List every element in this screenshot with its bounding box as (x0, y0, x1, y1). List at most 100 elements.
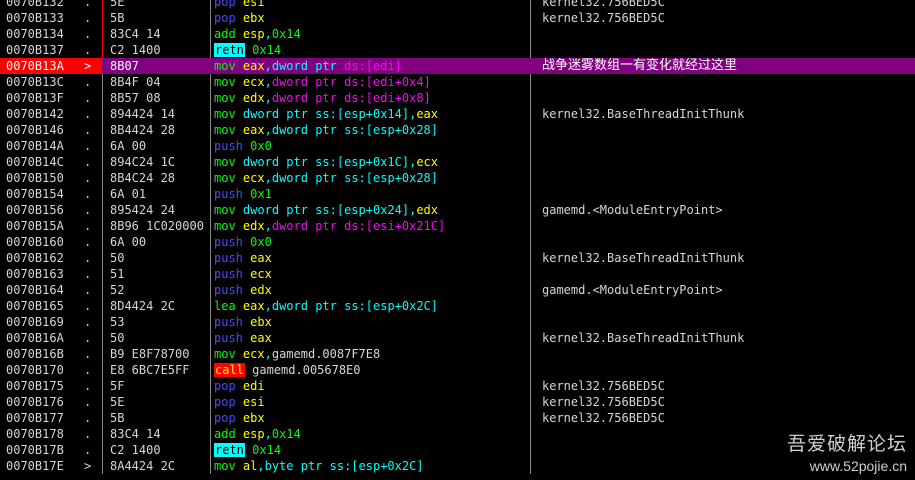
instruction-row[interactable]: 0070B176. 5E pop esi kernel32.756BED5C (0, 394, 915, 410)
disassembly-cell: mov dword ptr ss:[esp+0x14],eax (214, 106, 528, 122)
disassembly-cell: mov dword ptr ss:[esp+0x24],edx (214, 202, 528, 218)
asm-token-mn: add (214, 427, 236, 441)
disassembly-cell: mov edx,dword ptr ds:[edi+0x8] (214, 90, 528, 106)
comment-cell (542, 138, 915, 154)
flow-marker: . (84, 187, 92, 201)
asm-token-reg: eax (416, 107, 439, 121)
instruction-row[interactable]: 0070B162. 50 push eax kernel32.BaseThreadIn… (0, 250, 915, 266)
comment-cell: 战争迷雾数组一有变化就经过这里 (542, 58, 738, 73)
asm-token-reg: eax (242, 59, 265, 73)
flow-marker: . (84, 171, 92, 185)
instruction-row[interactable]: 0070B169. 53 push ebx (0, 314, 915, 330)
instruction-row[interactable]: 0070B154. 6A 01 push 0x1 (0, 186, 915, 202)
opcode-bytes-cell: 50 (110, 331, 125, 345)
disassembly-cell: pop esi (214, 0, 528, 10)
asm-token-mn: add (214, 27, 236, 41)
asm-token-op: , (264, 75, 272, 89)
instruction-row[interactable]: 0070B16A. 50 push eax kernel32.BaseThreadIn… (0, 330, 915, 346)
instruction-row[interactable]: 0070B134. 83C4 14 add esp,0x14 (0, 26, 915, 42)
instruction-row[interactable]: 0070B164. 52 push edx gamemd.<ModuleEntryPo… (0, 282, 915, 298)
asm-token-mn: mov (214, 155, 236, 169)
flow-marker: . (84, 283, 92, 297)
instruction-row[interactable]: 0070B146. 8B4424 28 mov eax,dword ptr ss:[… (0, 122, 915, 138)
instruction-row[interactable]: 0070B14A. 6A 00 push 0x0 (0, 138, 915, 154)
opcode-bytes-cell: 50 (110, 251, 125, 265)
disassembly-cell: push edx (214, 282, 528, 298)
instruction-row[interactable]: 0070B14C. 894C24 1C mov dword ptr ss:[esp+… (0, 154, 915, 170)
opcode-bytes-cell: 5E (110, 0, 125, 9)
instruction-row[interactable]: 0070B178. 83C4 14 add esp,0x14 (0, 426, 915, 442)
comment-cell: kernel32.756BED5C (542, 395, 665, 409)
asm-token-mn: mov (214, 347, 236, 361)
flow-marker: . (84, 235, 92, 249)
instruction-row[interactable]: 0070B16B. B9 E8F78700 mov ecx,gamemd.0087F… (0, 346, 915, 362)
instruction-list: 0070B132. 5E pop esi kernel32.756BED5C 0070B… (0, 0, 915, 474)
comment-cell (542, 218, 915, 234)
comment-cell (542, 26, 915, 42)
asm-token-mnp: push (214, 315, 243, 329)
asm-token-sp (236, 123, 243, 137)
disassembly-cell: mov ecx,gamemd.0087F7E8 (214, 346, 528, 362)
instruction-row[interactable]: 0070B142. 894424 14 mov dword ptr ss:[esp+… (0, 106, 915, 122)
instruction-row[interactable]: 0070B177. 5B pop ebx kernel32.756BED5C (0, 410, 915, 426)
asm-token-sp (236, 171, 243, 185)
asm-token-reg: ecx (416, 155, 439, 169)
asm-token-op: dword ptr ss:[esp+0x2C] (271, 299, 439, 313)
comment-cell: gamemd.<ModuleEntryPoint> (542, 203, 723, 217)
flow-marker: . (84, 155, 92, 169)
asm-token-mem: dword ptr ds:[esi+0x21C] (271, 219, 446, 233)
opcode-bytes-cell: 8A4424 2C (110, 459, 176, 473)
instruction-row[interactable]: 0070B163. 51 push ecx (0, 266, 915, 282)
asm-token-mn: mov (214, 459, 236, 473)
selected-instruction-row[interactable]: 0070B13A >8B07 mov eax,dword ptr ds:[edi] 战… (0, 58, 915, 74)
opcode-bytes-cell: 8B96 1C020000 (110, 219, 204, 233)
opcode-bytes-cell: 5E (110, 395, 125, 409)
instruction-row[interactable]: 0070B133. 5B pop ebx kernel32.756BED5C (0, 10, 915, 26)
instruction-row[interactable]: 0070B17B. C2 1400 retn 0x14 (0, 442, 915, 458)
asm-token-op: , (264, 171, 272, 185)
instruction-row[interactable]: 0070B15A. 8B96 1C020000 mov edx,dword ptr … (0, 218, 915, 234)
instruction-row[interactable]: 0070B170. E8 6BC7E5FF call gamemd.005678E0 (0, 362, 915, 378)
disassembly-cell: mov edx,dword ptr ds:[esi+0x21C] (214, 218, 528, 234)
asm-token-num: 0x0 (250, 235, 272, 249)
asm-token-mnp: pop (214, 11, 236, 25)
instruction-row[interactable]: 0070B156. 895424 24 mov dword ptr ss:[esp+… (0, 202, 915, 218)
comment-cell (542, 154, 915, 170)
instruction-row[interactable]: 0070B165. 8D4424 2C lea eax,dword ptr ss:[… (0, 298, 915, 314)
disassembly-view[interactable]: 0070B132. 5E pop esi kernel32.756BED5C 0070B… (0, 0, 915, 474)
instruction-row[interactable]: 0070B137. C2 1400 retn 0x14 (0, 42, 915, 58)
flow-marker: . (84, 43, 92, 57)
opcode-bytes-cell: 6A 00 (110, 235, 147, 249)
opcode-bytes-cell: 8B4F 04 (110, 75, 161, 89)
asm-token-mn: mov (214, 171, 236, 185)
flow-marker: . (84, 91, 92, 105)
disassembly-cell: mov ecx,dword ptr ss:[esp+0x28] (214, 170, 528, 186)
instruction-row[interactable]: 0070B160. 6A 00 push 0x0 (0, 234, 915, 250)
flow-marker: . (84, 299, 92, 313)
asm-token-mnp: push (214, 235, 243, 249)
asm-token-mem: dword ptr ds:[edi+0x4] (271, 75, 431, 89)
asm-token-reg: eax (242, 299, 265, 313)
asm-token-mnp: pop (214, 395, 236, 409)
flow-marker: . (84, 347, 92, 361)
opcode-bytes-cell: 8B07 (110, 59, 139, 73)
disassembly-cell: mov eax,dword ptr ds:[edi] (214, 58, 528, 74)
disassembly-cell: pop ebx (214, 10, 528, 26)
instruction-row[interactable]: 0070B175. 5F pop edi kernel32.756BED5C (0, 378, 915, 394)
flow-marker: . (84, 11, 92, 25)
instruction-row[interactable]: 0070B13F. 8B57 08 mov edx,dword ptr ds:[ed… (0, 90, 915, 106)
flow-marker: . (84, 139, 92, 153)
instruction-row[interactable]: 0070B132. 5E pop esi kernel32.756BED5C (0, 0, 915, 10)
disassembly-cell: mov al,byte ptr ss:[esp+0x2C] (214, 458, 528, 474)
asm-token-mnp: push (214, 251, 243, 265)
asm-token-num: 0x14 (252, 443, 282, 457)
asm-token-reg: edi (242, 379, 265, 393)
instruction-row[interactable]: 0070B150. 8B4C24 28 mov ecx,dword ptr ss:[… (0, 170, 915, 186)
asm-token-reg: ecx (242, 347, 265, 361)
disassembly-cell: pop edi (214, 378, 528, 394)
instruction-row[interactable]: 0070B13C. 8B4F 04 mov ecx,dword ptr ds:[ed… (0, 74, 915, 90)
asm-token-sp (236, 203, 243, 217)
opcode-bytes-cell: 6A 01 (110, 187, 147, 201)
instruction-row[interactable]: 0070B17E >8A4424 2C mov al,byte ptr ss:[es… (0, 458, 915, 474)
asm-token-mnp: push (214, 187, 243, 201)
